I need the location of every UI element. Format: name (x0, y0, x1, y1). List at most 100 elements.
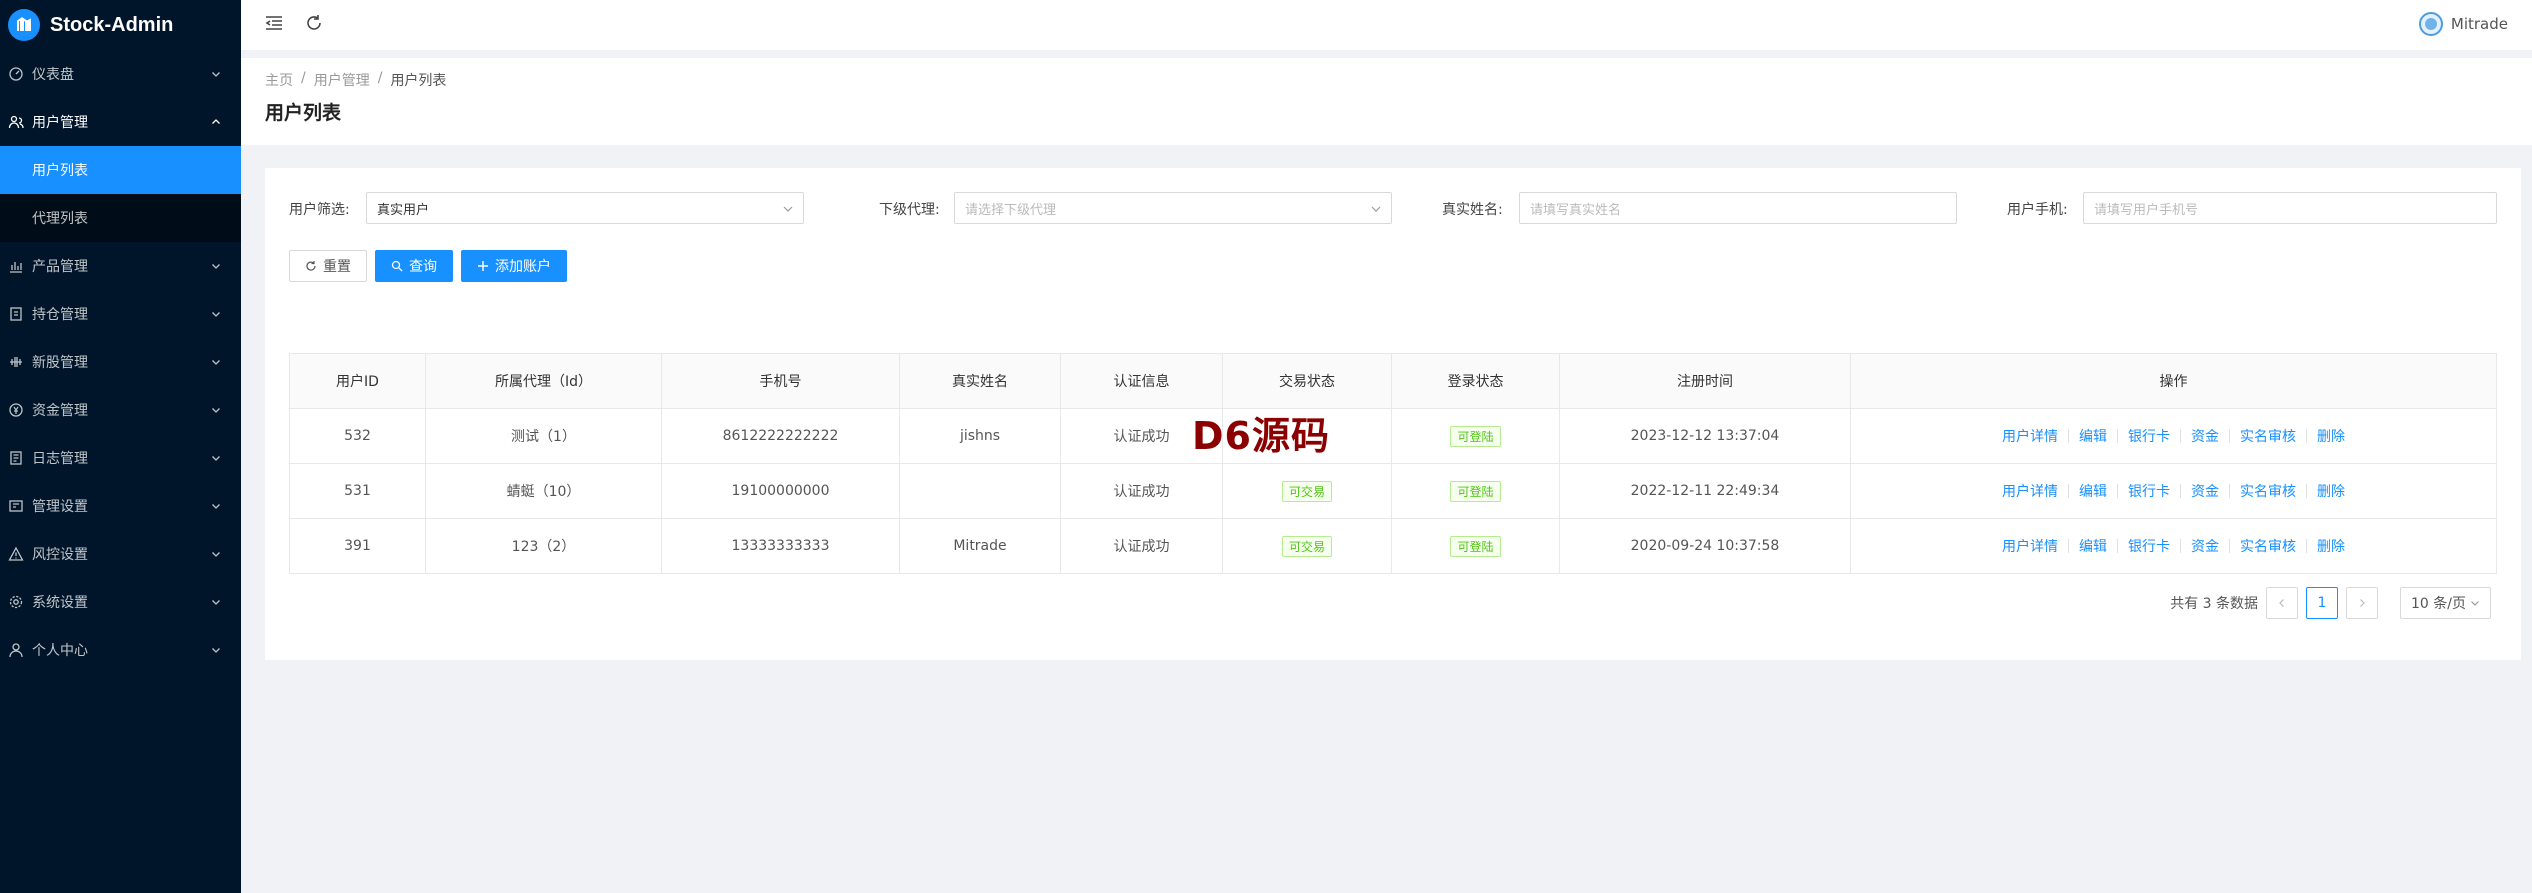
cell-login-status: 可登陆 (1391, 463, 1560, 519)
funds-link[interactable]: 资金 (2191, 481, 2219, 501)
add-account-button[interactable]: 添加账户 (461, 250, 567, 282)
divider (2068, 484, 2069, 498)
realname-review-link[interactable]: 实名审核 (2240, 426, 2296, 446)
delete-link[interactable]: 删除 (2317, 481, 2345, 501)
cell-actions: 用户详情 编辑 银行卡 资金 实名审核 删除 (1850, 518, 2497, 574)
sidebar-subitem-0[interactable]: 用户列表 (0, 146, 241, 194)
cell-real-name (899, 463, 1061, 519)
sidebar-item-warning[interactable]: 风控设置 (0, 530, 241, 578)
phone-input[interactable]: 请填写用户手机号 (2083, 192, 2497, 224)
sidebar-menu: 仪表盘 用户管理 用户列表 代理列表产品管理持仓管理 新股管理 资金管理日志管理管理设置风… (0, 50, 241, 674)
status-badge: 可登陆 (1450, 425, 1501, 447)
username: Mitrade (2450, 15, 2508, 33)
cell-login-status: 可登陆 (1391, 408, 1560, 464)
user-filter-select[interactable]: 真实用户 (366, 192, 804, 224)
col-trade-status[interactable]: 交易状态 (1222, 353, 1392, 409)
chevron-down-icon (211, 597, 221, 607)
sidebar-item-label: 日志管理 (32, 451, 88, 467)
search-button[interactable]: 查询 (375, 250, 453, 282)
sidebar-item-gear[interactable]: 系统设置 (0, 578, 241, 626)
bank-card-link[interactable]: 银行卡 (2128, 536, 2170, 556)
realname-review-link[interactable]: 实名审核 (2240, 536, 2296, 556)
edit-link[interactable]: 编辑 (2079, 426, 2107, 446)
refresh-icon[interactable] (303, 12, 325, 34)
sidebar-item-user-group[interactable]: 用户管理 (0, 98, 241, 146)
cell-agent: 蜻蜓（10） (425, 463, 662, 519)
sidebar-item-holding[interactable]: 持仓管理 (0, 290, 241, 338)
user-detail-link[interactable]: 用户详情 (2002, 481, 2058, 501)
bank-card-link[interactable]: 银行卡 (2128, 426, 2170, 446)
breadcrumb-user-management[interactable]: 用户管理 (314, 70, 370, 90)
cell-agent: 测试（1） (425, 408, 662, 464)
page-size-select[interactable]: 10 条/页 (2400, 587, 2491, 619)
col-actions: 操作 (1850, 353, 2497, 409)
phone-label: 用户手机: (2007, 202, 2068, 218)
funds-link[interactable]: 资金 (2191, 426, 2219, 446)
col-register-time[interactable]: 注册时间 (1559, 353, 1851, 409)
money-icon (8, 402, 24, 418)
sidebar-item-money[interactable]: 资金管理 (0, 386, 241, 434)
page-1-button[interactable]: 1 (2306, 587, 2339, 619)
real-name-label: 真实姓名: (1442, 202, 1503, 218)
next-page-button[interactable] (2346, 587, 2379, 619)
watermark: D6源码 (1192, 414, 1330, 458)
col-phone[interactable]: 手机号 (661, 353, 900, 409)
chevron-down-icon (783, 206, 793, 212)
edit-link[interactable]: 编辑 (2079, 481, 2107, 501)
cell-register-time: 2023-12-12 13:37:04 (1559, 408, 1851, 464)
chevron-down-icon (2471, 601, 2479, 606)
user-group-icon (8, 114, 24, 130)
breadcrumb-current: 用户列表 (390, 73, 447, 89)
sidebar-item-admin-settings[interactable]: 管理设置 (0, 482, 241, 530)
chevron-right-icon (2360, 599, 2365, 607)
divider (2068, 539, 2069, 553)
cell-register-time: 2020-09-24 10:37:58 (1559, 518, 1851, 574)
status-badge: 可登陆 (1450, 480, 1501, 502)
sidebar-item-log[interactable]: 日志管理 (0, 434, 241, 482)
col-login-status[interactable]: 登录状态 (1391, 353, 1560, 409)
page-header: 主页 / 用户管理 / 用户列表 用户列表 (241, 58, 2532, 145)
prev-page-button[interactable] (2266, 587, 2299, 619)
status-badge: 可交易 (1281, 535, 1332, 557)
sidebar-item-label: 产品管理 (32, 259, 88, 275)
sidebar-subitem-1[interactable]: 代理列表 (0, 194, 241, 242)
delete-link[interactable]: 删除 (2317, 536, 2345, 556)
sidebar-item-ipo[interactable]: 新股管理 (0, 338, 241, 386)
divider (2117, 429, 2118, 443)
col-agent[interactable]: 所属代理（Id） (425, 353, 662, 409)
divider (2229, 429, 2230, 443)
filter-row: 用户筛选: 真实用户 下级代理: 请选择下级代理 真实姓名: 请填写真实姓名 用… (289, 192, 2497, 224)
divider (2306, 539, 2307, 553)
sidebar-item-dashboard[interactable]: 仪表盘 (0, 50, 241, 98)
user-table: 用户ID 所属代理（Id） 手机号 真实姓名 认证信息 交易状态 登录状态 注册… (289, 353, 2497, 574)
page-title: 用户列表 (265, 102, 342, 124)
status-badge: 可交易 (1281, 480, 1332, 502)
col-real-name[interactable]: 真实姓名 (899, 353, 1061, 409)
bar-chart-icon (8, 258, 24, 274)
edit-link[interactable]: 编辑 (2079, 536, 2107, 556)
logo[interactable]: Stock-Admin (0, 0, 241, 50)
user-menu[interactable]: Mitrade (2418, 12, 2508, 36)
agent-select[interactable]: 请选择下级代理 (954, 192, 1392, 224)
chevron-down-icon (1371, 206, 1381, 212)
bank-card-link[interactable]: 银行卡 (2128, 481, 2170, 501)
col-user-id[interactable]: 用户ID (289, 353, 426, 409)
col-auth[interactable]: 认证信息 (1060, 353, 1223, 409)
reset-button[interactable]: 重置 (289, 250, 367, 282)
sidebar-item-user[interactable]: 个人中心 (0, 626, 241, 674)
user-filter-label: 用户筛选: (289, 202, 350, 218)
sidebar-item-bar-chart[interactable]: 产品管理 (0, 242, 241, 290)
chevron-down-icon (211, 309, 221, 319)
warning-icon (8, 546, 24, 562)
menu-fold-icon[interactable] (263, 12, 285, 34)
sidebar-item-label: 个人中心 (32, 643, 88, 659)
real-name-input[interactable]: 请填写真实姓名 (1519, 192, 1957, 224)
delete-link[interactable]: 删除 (2317, 426, 2345, 446)
user-detail-link[interactable]: 用户详情 (2002, 536, 2058, 556)
funds-link[interactable]: 资金 (2191, 536, 2219, 556)
user-detail-link[interactable]: 用户详情 (2002, 426, 2058, 446)
chevron-down-icon (211, 453, 221, 463)
breadcrumb-home[interactable]: 主页 (265, 70, 293, 90)
realname-review-link[interactable]: 实名审核 (2240, 481, 2296, 501)
table-row: 531 蜻蜓（10） 19100000000 认证成功 可交易 可登陆 2022-12-11… (289, 463, 2497, 519)
